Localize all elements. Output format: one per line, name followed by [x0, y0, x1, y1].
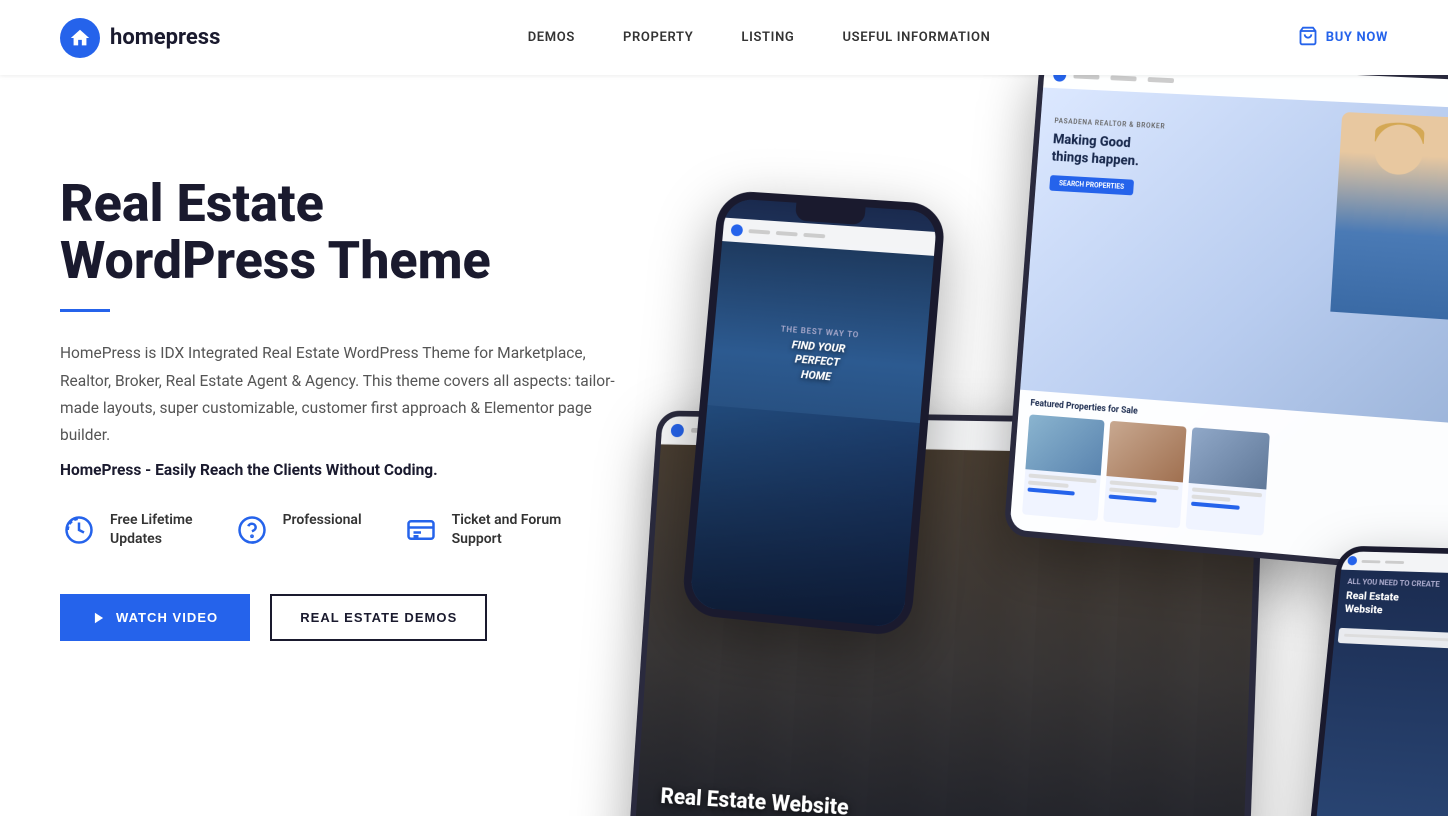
logo-text: homepress [110, 25, 220, 50]
nav-demos[interactable]: DEMOS [528, 30, 575, 45]
main-nav: DEMOS PROPERTY LISTING USEFUL INFORMATIO… [528, 30, 991, 45]
features-row: Free LifetimeUpdates Professional [60, 511, 660, 550]
feature-ticket-support: Ticket and ForumSupport [402, 511, 562, 550]
feature-ticket-support-text: Ticket and ForumSupport [452, 511, 562, 550]
feature-free-lifetime: Free LifetimeUpdates [60, 511, 193, 550]
phone-frame: THE BEST WAY TO Find YourPerfectHome [681, 190, 947, 638]
real-estate-demos-button[interactable]: REAL ESTATE DEMOS [270, 594, 487, 641]
feature-free-lifetime-text: Free LifetimeUpdates [110, 511, 193, 550]
phone-right-frame: ALL YOU NEED TO CREATE Real EstateWebsit… [1304, 546, 1448, 816]
feature-professional-support: Professional [233, 511, 362, 549]
tablet-hero-text: Real Estate Website [660, 784, 850, 816]
tablet-top-frame: PASADENA REALTOR & BROKER Making Goodthi… [1003, 75, 1448, 576]
phone-device: THE BEST WAY TO Find YourPerfectHome [681, 190, 947, 638]
phone-right: ALL YOU NEED TO CREATE Real EstateWebsit… [1304, 546, 1448, 816]
tablet-top-screen: PASADENA REALTOR & BROKER Making Goodthi… [1010, 75, 1448, 570]
header: homepress DEMOS PROPERTY LISTING USEFUL … [0, 0, 1448, 75]
tablet-large: Real Estate Website ALL YOU NEED TO CREA… [627, 410, 1265, 816]
hero-visuals: Real Estate Website ALL YOU NEED TO CREA… [628, 75, 1448, 816]
hero-title: Real Estate WordPress Theme [60, 175, 660, 289]
phone-notch [795, 203, 866, 225]
home-icon [69, 27, 91, 49]
buy-now-label: BUY NOW [1326, 30, 1388, 45]
tablet-large-frame: Real Estate Website ALL YOU NEED TO CREA… [627, 410, 1265, 816]
nav-listing[interactable]: LISTING [741, 30, 794, 45]
tablet-top: PASADENA REALTOR & BROKER Making Goodthi… [1003, 75, 1448, 576]
clock-icon [60, 511, 98, 549]
tablet-large-screen: Real Estate Website ALL YOU NEED TO CREA… [633, 416, 1259, 816]
feature-professional-support-text: Professional [283, 511, 362, 531]
hero-divider [60, 309, 110, 312]
play-icon [92, 611, 106, 625]
hero-description: HomePress is IDX Integrated Real Estate … [60, 340, 620, 449]
hero-tagline: HomePress - Easily Reach the Clients Wit… [60, 461, 660, 479]
buy-now-button[interactable]: BUY NOW [1298, 26, 1388, 50]
cart-icon [1298, 26, 1318, 50]
ticket-icon [402, 511, 440, 549]
buttons-row: WATCH VIDEO REAL ESTATE DEMOS [60, 594, 660, 641]
phone-screen: THE BEST WAY TO Find YourPerfectHome [689, 198, 937, 628]
device-container: Real Estate Website ALL YOU NEED TO CREA… [628, 75, 1448, 816]
nav-property[interactable]: PROPERTY [623, 30, 693, 45]
watch-video-button[interactable]: WATCH VIDEO [60, 594, 250, 641]
hero-section: Real Estate WordPress Theme HomePress is… [0, 75, 1448, 816]
nav-useful-information[interactable]: USEFUL INFORMATION [842, 30, 990, 45]
logo-icon [60, 18, 100, 58]
logo[interactable]: homepress [60, 18, 220, 58]
support-icon [233, 511, 271, 549]
hero-content: Real Estate WordPress Theme HomePress is… [60, 135, 660, 641]
phone-right-screen: ALL YOU NEED TO CREATE Real EstateWebsit… [1310, 551, 1448, 816]
